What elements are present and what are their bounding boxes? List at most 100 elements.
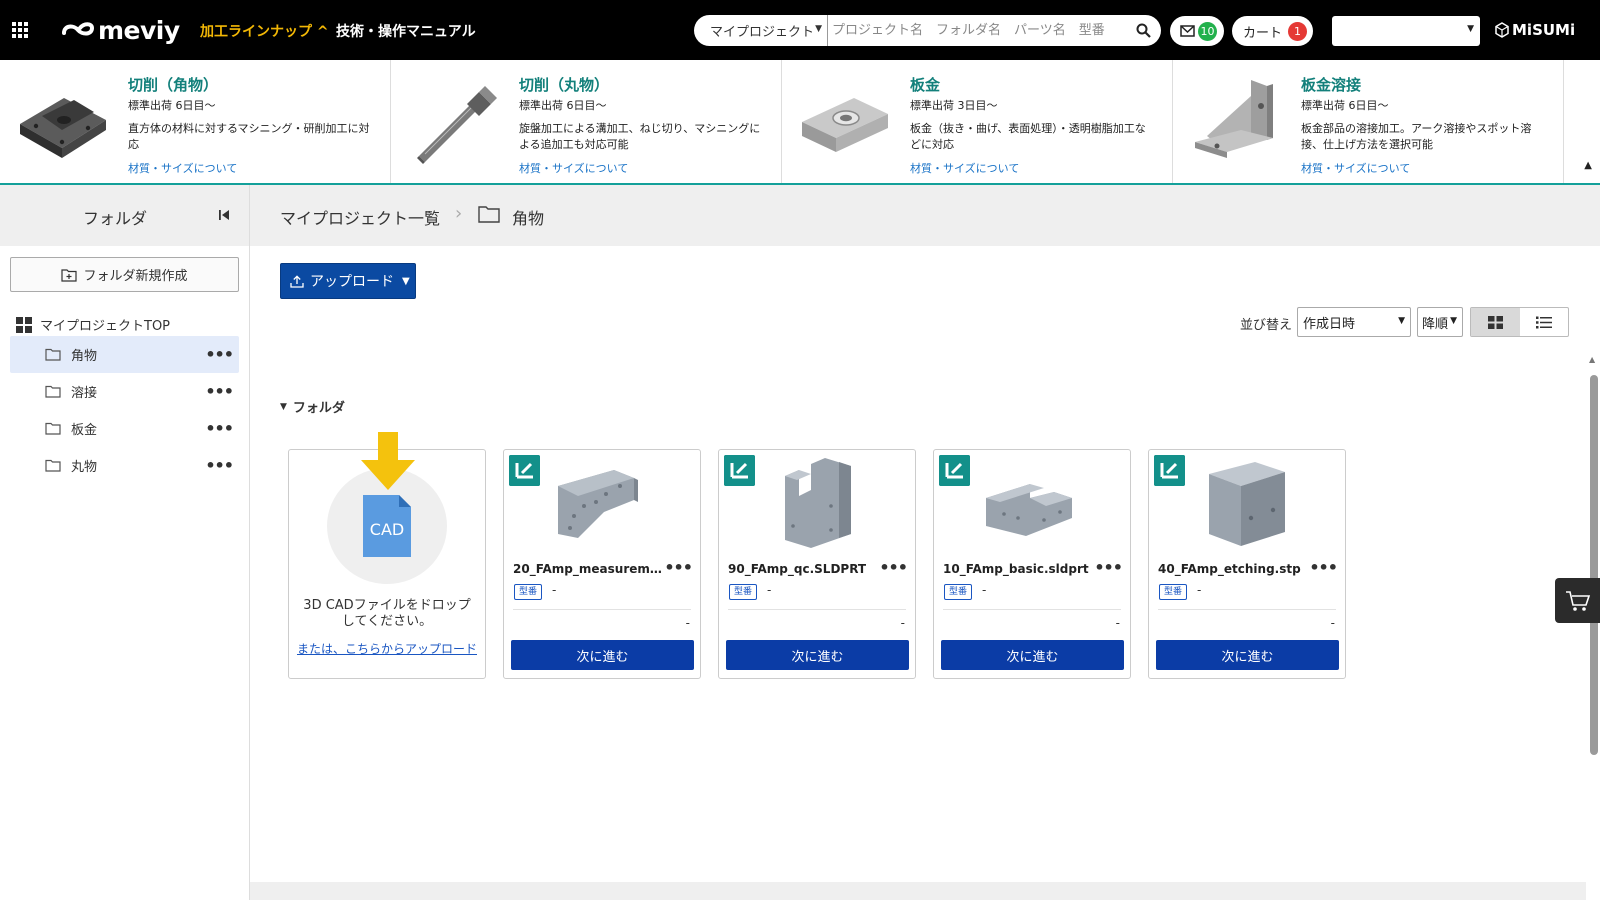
lineup-ship: 標準出荷 6日目～ [1301,99,1389,112]
more-options-icon[interactable]: ••• [205,345,234,364]
new-folder-button[interactable]: フォルダ新規作成 [10,257,239,292]
more-options-icon[interactable]: ••• [879,558,908,577]
section-label: フォルダ [292,401,345,416]
part-number-value: - [1197,583,1202,597]
upload-drop-zone[interactable]: CAD 3D CADファイルをドロップしてください。 または、こちらからアップロ… [288,432,486,679]
breadcrumb-root[interactable]: マイプロジェクト一覧 [280,205,440,229]
lineup-link[interactable]: 材質・サイズについて [910,160,1019,176]
tree-item-project-top[interactable]: マイプロジェクトTOP [16,315,170,334]
search-icon[interactable] [1125,15,1161,46]
next-button[interactable]: 次に進む [726,640,909,670]
lineup-desc: 板金部品の溶接加工。アーク溶接やスポット溶接、仕上げ方法を選択可能 [1301,122,1532,151]
lineup-desc: 旋盤加工による溝加工、ねじ切り、マシニングによる追加工も対応可能 [519,122,761,151]
part-thumbnail-image [986,484,1072,536]
lineup-link[interactable]: 材質・サイズについて [128,160,237,176]
part-name[interactable]: 20_FAmp_measurement.... [513,562,668,576]
lineup-card-round[interactable]: 切削（丸物） 標準出荷 6日目～ 旋盤加工による溝加工、ねじ切り、マシニングによ… [391,60,782,183]
sort-value: 作成日時 [1303,316,1356,332]
lineup-title: 板金溶接 [1301,76,1362,94]
sort-select[interactable]: 作成日時 ▼ [1297,307,1411,337]
lineup-title: 切削（丸物） [519,76,610,94]
part-card[interactable]: 40_FAmp_etching.stp ••• 型番 - - 次に進む [1148,449,1346,679]
scroll-up-icon[interactable]: ▲ [1589,355,1595,364]
folder-section-toggle[interactable]: ▼ フォルダ [280,397,345,416]
grid-view-button[interactable] [1471,308,1520,336]
folder-icon [45,422,61,435]
lineup-ship: 標準出荷 6日目～ [519,99,607,112]
mail-count-badge: 10 [1198,21,1217,41]
tree-item-folder[interactable]: 溶接 ••• [10,373,239,410]
part-number-value: - [767,583,772,597]
cart-label: カート [1243,25,1283,41]
lineup-link[interactable]: 材質・サイズについて [1301,160,1410,176]
lineup-desc: 直方体の材料に対するマシニング・研削加工に対応 [128,122,370,151]
part-card[interactable]: 90_FAmp_qc.SLDPRT ••• 型番 - - 次に進む [718,449,916,679]
project-top-icon [16,316,32,333]
misumi-logo[interactable]: MiSUMi [1495,21,1575,39]
next-button[interactable]: 次に進む [1156,640,1339,670]
part-name[interactable]: 40_FAmp_etching.stp [1158,562,1313,576]
mail-button[interactable]: 10 [1170,16,1224,46]
divider [728,609,906,610]
part-name[interactable]: 10_FAmp_basic.sldprt [943,562,1098,576]
cart-button[interactable]: カート 1 [1232,16,1313,46]
next-button[interactable]: 次に進む [511,640,694,670]
part-thumbnail-image [558,470,638,538]
chevron-down-icon: ▼ [1398,316,1405,326]
meviy-logo[interactable]: meviy [60,14,180,46]
search-input[interactable] [828,16,1125,45]
part-thumbnail-image [1209,462,1285,546]
upload-link[interactable]: または、こちらからアップロード [289,640,485,657]
order-select[interactable]: 降順 ▼ [1417,307,1463,337]
tree-item-label: マイプロジェクトTOP [40,319,171,334]
search-scope-select[interactable]: マイプロジェクト ▼ [694,15,828,46]
breadcrumb-current: 角物 [512,209,545,228]
sidebar-header: フォルダ [0,185,249,246]
nav-manual[interactable]: 技術・操作マニュアル [336,21,476,41]
sidebar-title: フォルダ [83,209,148,228]
misumi-text: MiSUMi [1512,21,1576,39]
mail-icon [1180,25,1195,37]
more-options-icon[interactable]: ••• [205,382,234,401]
next-button[interactable]: 次に進む [941,640,1124,670]
upload-button[interactable]: アップロード ▼ [280,263,416,299]
more-options-icon[interactable]: ••• [205,419,234,438]
folder-icon [45,348,61,361]
tree-item-folder[interactable]: 板金 ••• [10,410,239,447]
tree-item-folder[interactable]: 角物 ••• [10,336,239,373]
lineup-card-welding[interactable]: 板金溶接 標準出荷 6日目～ 板金部品の溶接加工。アーク溶接やスポット溶接、仕上… [1173,60,1564,183]
collapse-up-icon[interactable]: ▲ [1584,160,1592,171]
chevron-down-icon: ▼ [1467,24,1474,34]
part-number-tag: 型番 [1159,584,1188,600]
sidebar-collapse-icon[interactable] [218,209,230,221]
cart-count-badge: 1 [1288,21,1308,41]
app-grid-icon[interactable] [12,22,28,38]
more-options-icon[interactable]: ••• [205,456,234,475]
part-price-value: - [900,616,905,630]
floating-cart-button[interactable] [1555,578,1600,623]
part-card[interactable]: 10_FAmp_basic.sldprt ••• 型番 - - 次に進む [933,449,1131,679]
upload-label: アップロード [310,274,394,290]
scrollbar[interactable]: ▲ [1586,355,1600,900]
nav-lineup[interactable]: 加工ラインナップ ^ [200,21,329,41]
more-options-icon[interactable]: ••• [664,558,693,577]
chevron-right-icon: › [455,203,463,224]
lineup-card-sheet-metal[interactable]: 板金 標準出荷 3日目～ 板金（抜き・曲げ、表面処理）・透明樹脂加工などに対応 … [782,60,1173,183]
lineup-ship: 標準出荷 3日目～ [910,99,998,112]
logo-mark-icon [62,22,95,36]
new-folder-label: フォルダ新規作成 [83,269,188,284]
more-options-icon[interactable]: ••• [1094,558,1123,577]
scrollbar-thumb[interactable] [1590,375,1598,755]
lineup-card-square[interactable]: 切削（角物） 標準出荷 6日目～ 直方体の材料に対するマシニング・研削加工に対応… [0,60,391,183]
drop-message: 3D CADファイルをドロップしてください。 [303,598,471,629]
part-name[interactable]: 90_FAmp_qc.SLDPRT [728,562,883,576]
lineup-link[interactable]: 材質・サイズについて [519,160,628,176]
arrow-down-icon [361,432,415,490]
tree-item-folder[interactable]: 丸物 ••• [10,447,239,484]
lineup-title: 切削（角物） [128,76,219,94]
part-card[interactable]: 20_FAmp_measurement.... ••• 型番 - - 次に進む [503,449,701,679]
list-view-button[interactable] [1520,308,1569,336]
more-options-icon[interactable]: ••• [1309,558,1338,577]
account-select[interactable]: ▼ [1332,16,1480,46]
folder-icon [45,459,61,472]
